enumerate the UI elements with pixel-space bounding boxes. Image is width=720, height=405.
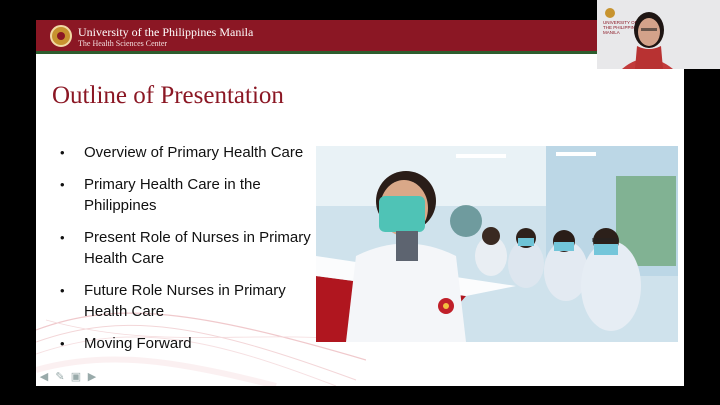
nursing-students-photo bbox=[316, 146, 678, 342]
slides-icon[interactable]: ▣ bbox=[70, 371, 82, 383]
banner-divider bbox=[36, 51, 684, 54]
university-subtitle: The Health Sciences Center bbox=[78, 39, 168, 48]
webcam-tile[interactable]: UNIVERSITY OF THE PHILIPPINES MANILA bbox=[597, 0, 720, 69]
screen-share-stage: University of the Philippines Manila The… bbox=[0, 0, 720, 405]
slide-title: Outline of Presentation bbox=[52, 82, 284, 109]
outline-item: • Overview of Primary Health Care bbox=[54, 142, 324, 163]
outline-item-text: Present Role of Nurses in Primary Health… bbox=[84, 229, 311, 267]
presenter-controls: ◀ ✎ ▣ ▶ bbox=[38, 370, 98, 384]
outline-item: • Present Role of Nurses in Primary Healt… bbox=[54, 227, 324, 269]
outline-item: • Future Role Nurses in Primary Health Ca… bbox=[54, 280, 324, 322]
outline-item: • Moving Forward bbox=[54, 333, 324, 354]
university-banner: University of the Philippines Manila The… bbox=[36, 20, 684, 54]
university-name: University of the Philippines Manila bbox=[78, 25, 254, 39]
bullet-icon: • bbox=[60, 230, 65, 245]
presentation-slide: University of the Philippines Manila The… bbox=[36, 20, 684, 386]
outline-list: • Overview of Primary Health Care • Primar… bbox=[54, 142, 324, 365]
arrow-right-icon[interactable]: ▶ bbox=[86, 371, 98, 383]
outline-item-text: Primary Health Care in the Philippines bbox=[84, 176, 261, 214]
outline-item-text: Overview of Primary Health Care bbox=[84, 144, 304, 161]
outline-item-text: Moving Forward bbox=[84, 335, 192, 352]
bullet-icon: • bbox=[60, 145, 65, 160]
presenter-video bbox=[622, 12, 673, 69]
university-seal-icon bbox=[50, 25, 72, 47]
outline-item-text: Future Role Nurses in Primary Health Car… bbox=[84, 282, 286, 320]
bullet-icon: • bbox=[60, 177, 65, 192]
bullet-icon: • bbox=[60, 336, 65, 351]
arrow-left-icon[interactable]: ◀ bbox=[38, 371, 50, 383]
pen-icon[interactable]: ✎ bbox=[54, 371, 66, 383]
outline-item: • Primary Health Care in the Philippines bbox=[54, 174, 324, 216]
bullet-icon: • bbox=[60, 283, 65, 298]
